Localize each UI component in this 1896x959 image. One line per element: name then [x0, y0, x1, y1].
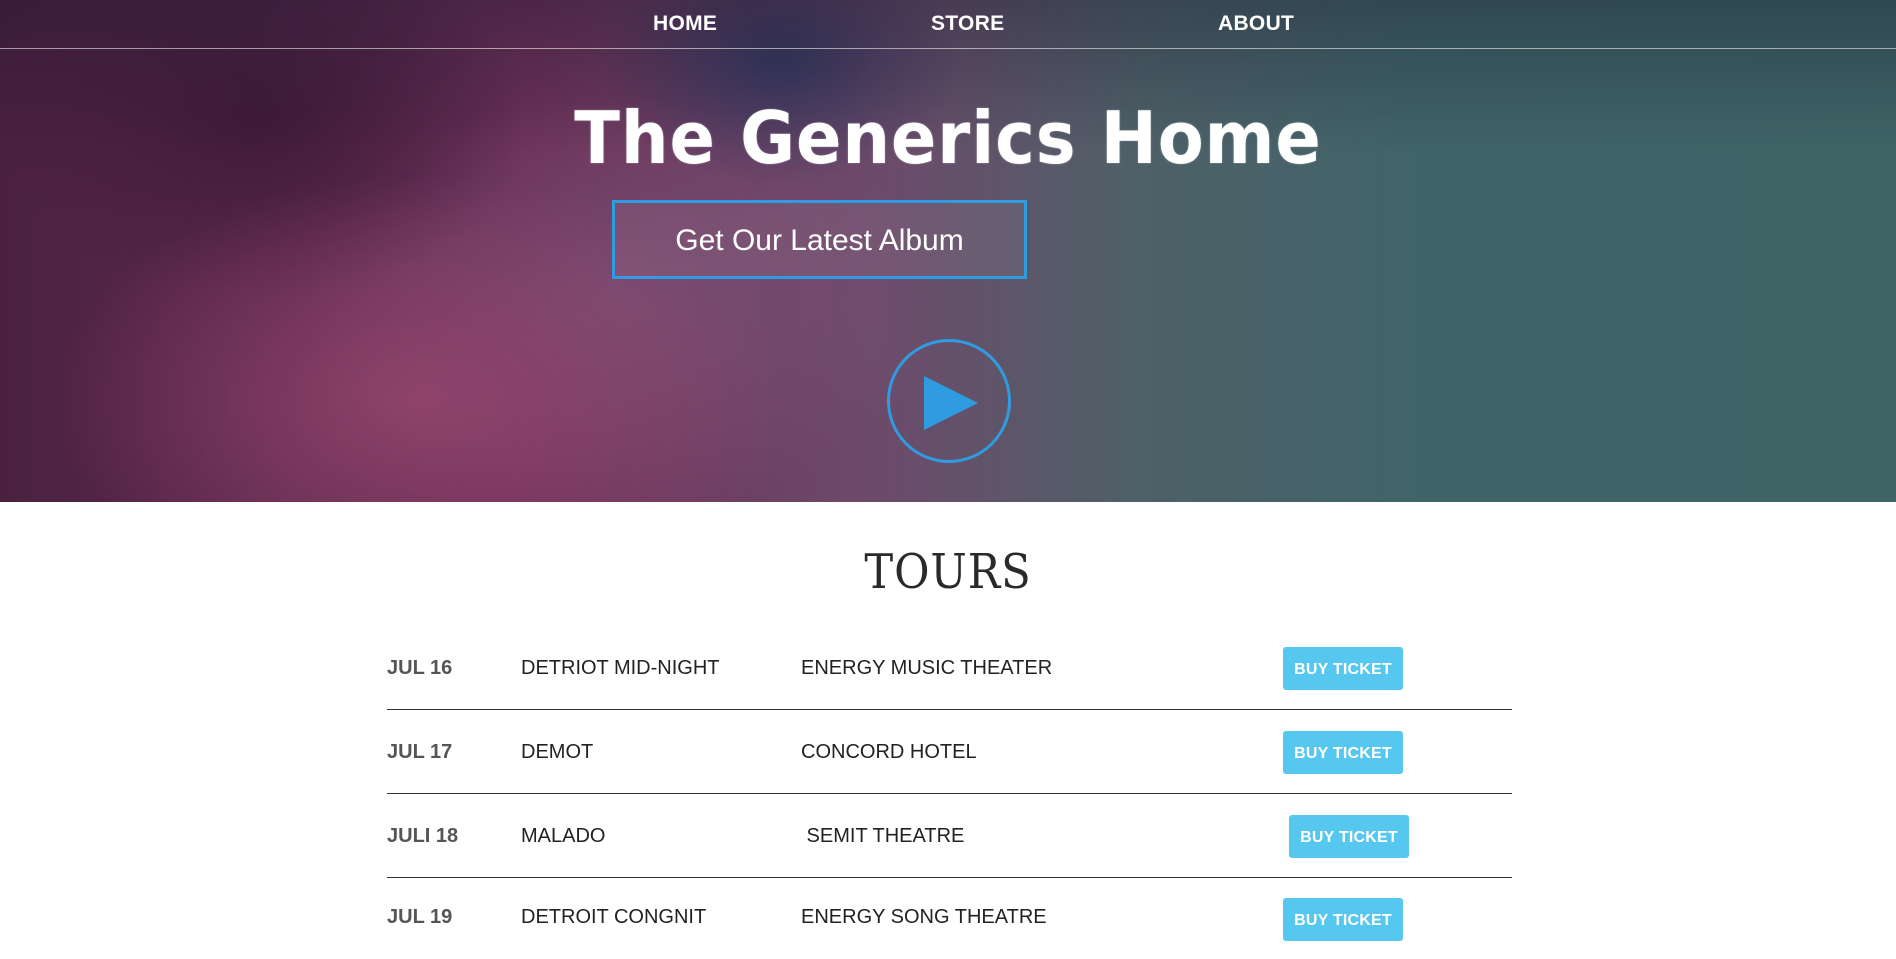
tour-venue: ENERGY MUSIC THEATER — [801, 657, 1053, 679]
tour-venue: SEMIT THEATRE — [801, 825, 965, 847]
top-nav: HOME STORE ABOUT — [0, 0, 1896, 49]
get-latest-album-button[interactable]: Get Our Latest Album — [612, 200, 1027, 279]
tour-city: DETROIT CONGNIT — [521, 906, 707, 928]
tour-row: JUL 16 DETRIOT MID-NIGHT ENERGY MUSIC TH… — [387, 626, 1512, 710]
tour-city: DEMOT — [521, 741, 594, 763]
buy-ticket-button[interactable]: BUY TICKET — [1289, 815, 1409, 858]
tour-row: JULI 18 MALADO SEMIT THEATRE BUY TICKET — [387, 794, 1512, 878]
nav-store-link[interactable]: STORE — [931, 12, 1004, 36]
hero-title: The Generics Home — [574, 96, 1322, 180]
buy-ticket-button[interactable]: BUY TICKET — [1283, 898, 1403, 941]
tour-date: JUL 19 — [387, 906, 453, 928]
tour-date: JUL 17 — [387, 741, 453, 763]
nav-about-link[interactable]: ABOUT — [1218, 12, 1294, 36]
tour-venue: ENERGY SONG THEATRE — [801, 906, 1047, 928]
tour-date: JULI 18 — [387, 825, 459, 847]
buy-ticket-button[interactable]: BUY TICKET — [1283, 731, 1403, 774]
play-icon — [924, 376, 978, 430]
tour-date: JUL 16 — [387, 657, 453, 679]
tour-city: DETRIOT MID-NIGHT — [521, 657, 720, 679]
tour-row: JUL 19 DETROIT CONGNIT ENERGY SONG THEAT… — [387, 875, 1512, 941]
hero-section: HOME STORE ABOUT The Generics Home Get O… — [0, 0, 1896, 502]
play-button[interactable] — [887, 339, 1011, 463]
nav-home-link[interactable]: HOME — [653, 12, 717, 36]
tour-city: MALADO — [521, 825, 606, 847]
buy-ticket-button[interactable]: BUY TICKET — [1283, 647, 1403, 690]
tour-venue: CONCORD HOTEL — [801, 741, 977, 763]
tours-heading: TOURS — [864, 544, 1032, 600]
tour-row: JUL 17 DEMOT CONCORD HOTEL BUY TICKET — [387, 710, 1512, 794]
